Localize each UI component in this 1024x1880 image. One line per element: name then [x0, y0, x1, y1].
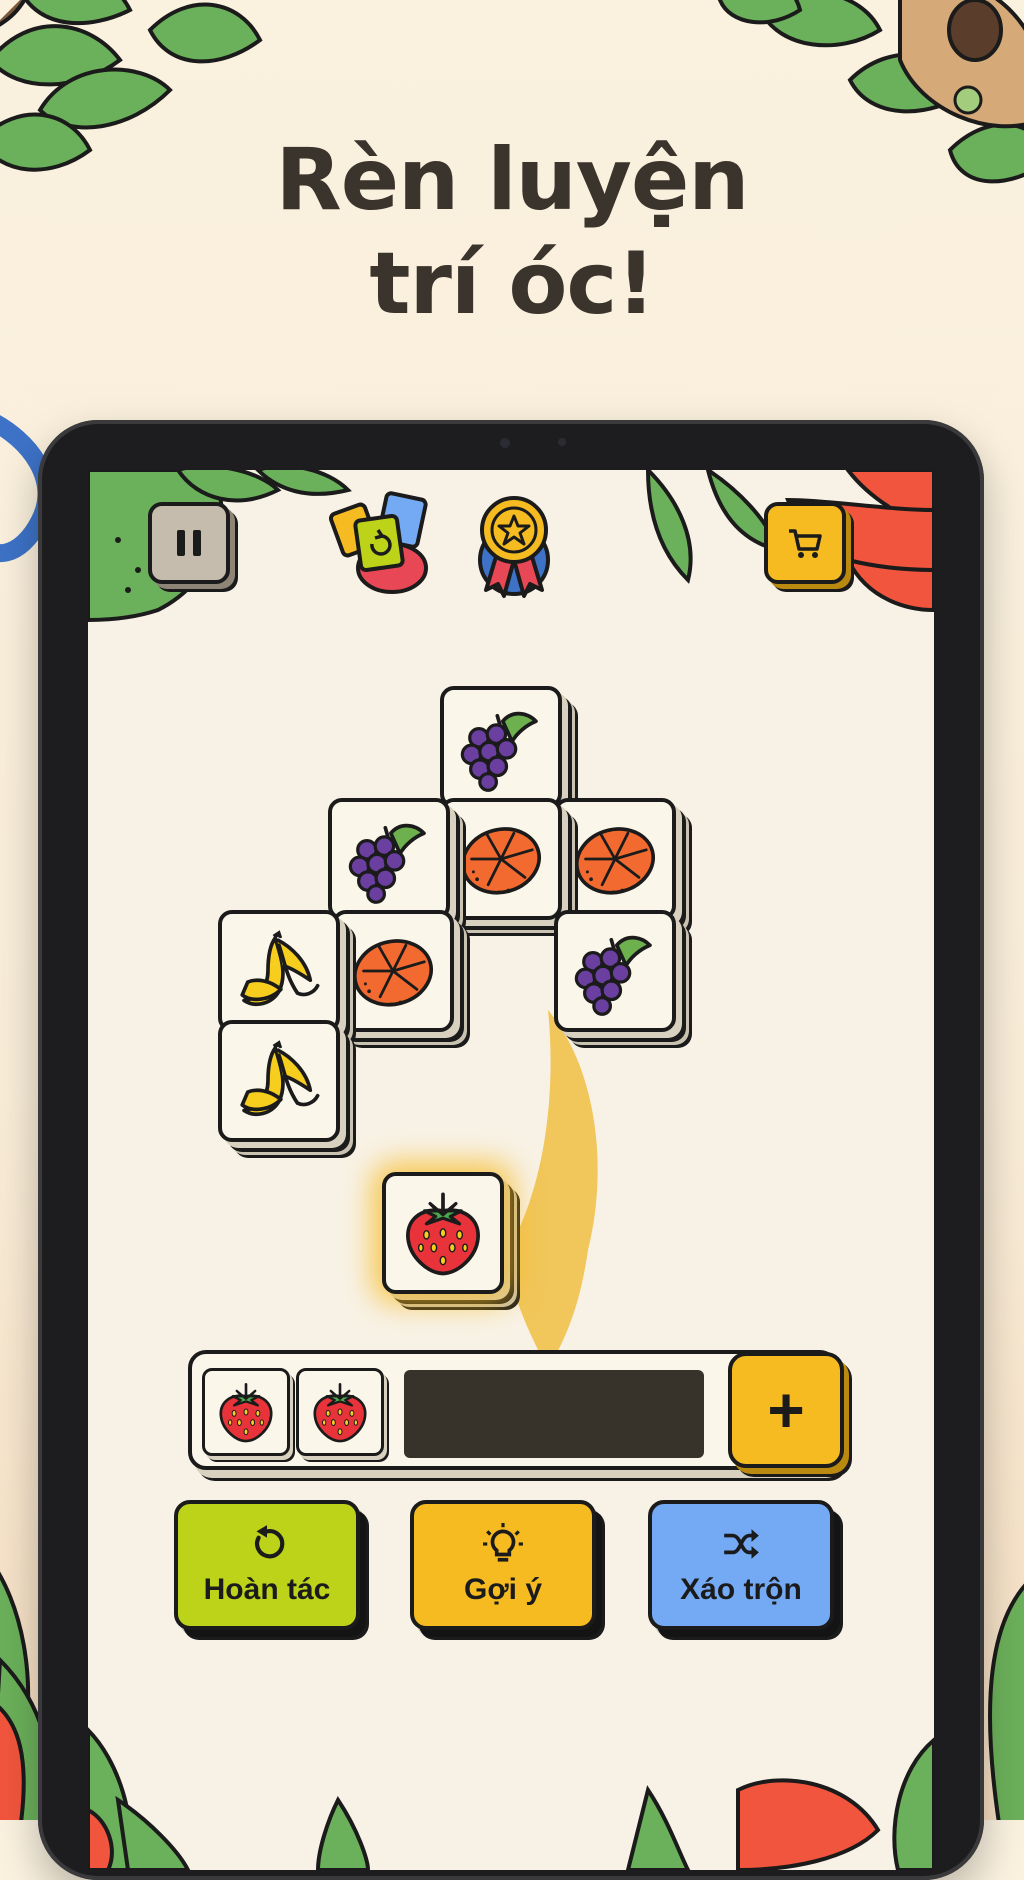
tile-banana[interactable] [218, 910, 340, 1032]
tray-add-slot-button[interactable]: + [728, 1352, 844, 1468]
headline-line1: Rèn luyện [275, 130, 749, 230]
strawberry-icon [307, 1379, 373, 1445]
grapes-icon [343, 813, 435, 905]
grapes-icon [569, 925, 661, 1017]
tile-orange[interactable] [332, 910, 454, 1032]
undo-button[interactable]: Hoàn tác [174, 1500, 360, 1630]
medal-button[interactable] [464, 490, 574, 600]
shuffle-icon [724, 1529, 759, 1559]
banana-icon [233, 1035, 325, 1127]
grapes-icon [455, 701, 547, 793]
banana-icon [233, 925, 325, 1017]
tile-orange[interactable] [554, 798, 676, 920]
strawberry-icon [213, 1379, 279, 1445]
undo-label: Hoàn tác [203, 1573, 331, 1606]
strawberry-icon [397, 1187, 489, 1279]
tile-strawberry-selected[interactable] [382, 1172, 504, 1294]
tile-grapes[interactable] [328, 798, 450, 920]
hint-label: Gợi ý [463, 1573, 543, 1606]
tray-empty-slots [404, 1370, 704, 1458]
pause-icon [177, 530, 201, 556]
orange-icon [347, 925, 439, 1017]
screen-decoration [88, 470, 934, 1870]
tile-grapes[interactable] [440, 686, 562, 808]
shuffle-button[interactable]: Xáo trộn [648, 1500, 834, 1630]
shop-button[interactable] [764, 502, 846, 584]
pause-button[interactable] [148, 502, 230, 584]
cart-icon [789, 529, 822, 558]
cards-booster-icon [328, 491, 428, 594]
shuffle-label: Xáo trộn [680, 1573, 802, 1606]
undo-icon [254, 1525, 285, 1559]
orange-icon [455, 813, 547, 905]
hint-button[interactable]: Gợi ý [410, 1500, 596, 1630]
cards-booster-button[interactable] [328, 490, 438, 600]
game-screen: + Hoàn tác Gợi ý Xáo trộn [88, 470, 934, 1870]
tile-tray: + [188, 1350, 844, 1470]
lightbulb-icon [483, 1523, 523, 1562]
tray-slot-strawberry [202, 1368, 290, 1456]
tray-slot-strawberry [296, 1368, 384, 1456]
tablet-frame: + Hoàn tác Gợi ý Xáo trộn [38, 420, 984, 1880]
star-medal-icon [478, 496, 550, 598]
headline: Rèn luyện trí óc! [0, 128, 1024, 336]
front-camera [500, 438, 510, 448]
headline-line2: trí óc! [369, 234, 655, 334]
tile-banana[interactable] [218, 1020, 340, 1142]
tile-orange[interactable] [440, 798, 562, 920]
tile-grapes[interactable] [554, 910, 676, 1032]
orange-icon [569, 813, 661, 905]
sensor-dot [558, 438, 566, 446]
